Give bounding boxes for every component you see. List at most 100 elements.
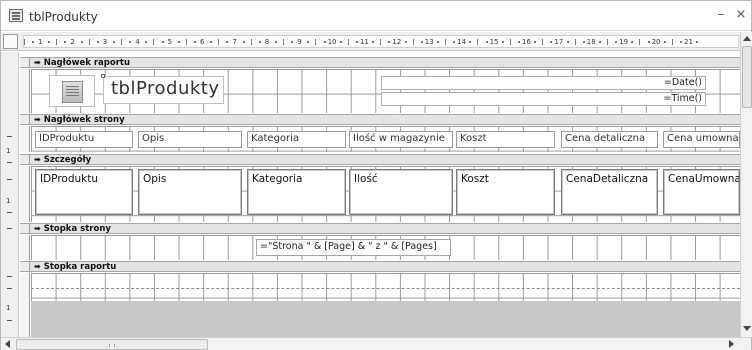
ruler-tick: [250, 39, 252, 45]
logo-icon: [62, 81, 83, 103]
page-header-band[interactable]: IDProduktu Opis Kategoria Ilość w magazy…: [31, 126, 740, 152]
section-selector[interactable]: [20, 115, 30, 124]
horizontal-ruler[interactable]: 1 2 3 4 5 6 7 8 9 10 11 12 13 14 15 16 17 18 19 20 21: [23, 35, 739, 48]
vruler-tick: [7, 276, 12, 277]
ruler-dot: [388, 41, 391, 43]
time-field[interactable]: =Time(): [381, 92, 706, 106]
details-label: Szczegóły: [43, 155, 92, 165]
ruler-dot: [258, 41, 261, 43]
column-label-cena-detaliczna[interactable]: Cena detaliczna: [561, 131, 658, 148]
section-bar-report-header[interactable]: ➡ Nagłówek raportu: [20, 57, 740, 68]
horizontal-scroll-thumb[interactable]: [16, 339, 208, 350]
vruler-tick: [7, 179, 12, 180]
column-label-koszt[interactable]: Koszt: [456, 131, 555, 148]
ruler-dot: [647, 41, 650, 43]
column-label-ilosc[interactable]: Ilość w magazynie: [349, 131, 453, 148]
section-selector[interactable]: [20, 224, 30, 233]
field-opis[interactable]: Opis: [138, 169, 242, 215]
ruler-number: 8: [264, 38, 270, 46]
ruler-number: 20: [651, 38, 661, 46]
section-bar-details[interactable]: ➡ Szczegóły: [20, 154, 740, 165]
ruler-number: 7: [232, 38, 237, 46]
band-selector[interactable]: [20, 69, 30, 113]
page-footer-band[interactable]: ="Strona " & [Page] & " z " & [Pages]: [31, 235, 740, 260]
date-field[interactable]: =Date(): [381, 76, 706, 90]
ruler-dot: [129, 41, 132, 43]
scroll-down-icon[interactable]: [743, 326, 751, 331]
report-footer-label: Stopka raportu: [43, 262, 117, 272]
ruler-dot: [615, 41, 618, 43]
ruler-dot: [631, 41, 634, 43]
band-selector[interactable]: [20, 235, 30, 260]
ruler-dot: [566, 41, 569, 43]
section-selector[interactable]: [20, 262, 30, 271]
vertical-scrollbar[interactable]: [740, 32, 752, 337]
section-bar-page-footer[interactable]: ➡ Stopka strony: [20, 223, 740, 234]
scroll-right-icon[interactable]: [729, 340, 734, 348]
ruler-dot: [64, 41, 67, 43]
section-selector[interactable]: [20, 155, 30, 164]
column-label-kategoria[interactable]: Kategoria: [247, 131, 346, 148]
ruler-dot: [679, 41, 682, 43]
ruler-dot: [453, 41, 456, 43]
column-label-opis[interactable]: Opis: [138, 131, 242, 148]
vertical-ruler[interactable]: 1 1 1: [1, 52, 19, 337]
ruler-dot: [550, 41, 553, 43]
ruler-tick: [671, 39, 673, 45]
report-logo[interactable]: [49, 75, 95, 107]
ruler-dot: [226, 41, 229, 43]
scroll-left-icon[interactable]: [5, 340, 10, 348]
report-design-window: tblProdukty – × 1 2 3 4 5 6 7 8 9 10 11 12 13 14 15 16 1…: [0, 0, 752, 350]
page-number-field[interactable]: ="Strona " & [Page] & " z " & [Pages]: [256, 239, 451, 256]
field-idproduktu[interactable]: IDProduktu: [35, 169, 133, 215]
section-selector[interactable]: [20, 58, 30, 67]
ruler-tick: [509, 39, 511, 45]
field-koszt[interactable]: Koszt: [456, 169, 555, 215]
vruler-number: 1: [6, 197, 11, 205]
ruler-dot: [501, 41, 504, 43]
section-bar-page-header[interactable]: ➡ Nagłówek strony: [20, 114, 740, 125]
band-selector[interactable]: [20, 126, 30, 152]
horizontal-scrollbar[interactable]: [1, 337, 751, 350]
details-band[interactable]: IDProduktu Opis Kategoria Ilość Koszt Ce…: [31, 166, 740, 222]
column-label-cena-umowna[interactable]: Cena umowna: [663, 131, 740, 148]
section-label: ➡ Nagłówek raportu: [34, 57, 130, 69]
ruler-number: 4: [135, 38, 140, 46]
report-header-band[interactable]: tblProdukty =Date() =Time(): [31, 69, 740, 113]
band-selector[interactable]: [20, 273, 30, 337]
selection-handle[interactable]: [101, 74, 105, 78]
ruler-dot: [210, 41, 213, 43]
vruler-tick: [7, 212, 12, 213]
page-footer-label: Stopka strony: [43, 224, 111, 234]
section-label: ➡ Nagłówek strony: [34, 114, 125, 126]
report-icon: [9, 9, 23, 22]
band-selector[interactable]: [20, 166, 30, 222]
report-title-label[interactable]: tblProdukty: [103, 76, 224, 104]
field-cena-umowna[interactable]: CenaUmowna: [663, 169, 740, 215]
ruler-dot: [372, 41, 375, 43]
ruler-tick: [56, 39, 58, 45]
ruler-dot: [582, 41, 585, 43]
ruler-number: 11: [360, 38, 369, 46]
ruler-dot: [420, 41, 423, 43]
ruler-number: 16: [522, 38, 531, 46]
column-label-idproduktu[interactable]: IDProduktu: [35, 131, 133, 148]
minimize-icon[interactable]: –: [713, 7, 729, 23]
vertical-scroll-thumb[interactable]: [742, 46, 752, 108]
ruler-number: 1: [38, 38, 43, 46]
field-kategoria[interactable]: Kategoria: [247, 169, 346, 215]
horizontal-ruler-bar: 1 2 3 4 5 6 7 8 9 10 11 12 13 14 15 16 17 18 19 20 21: [1, 32, 740, 51]
scroll-up-icon[interactable]: [743, 36, 751, 41]
ruler-tick: [315, 39, 317, 45]
report-selector[interactable]: [3, 34, 18, 49]
report-footer-band[interactable]: [31, 273, 740, 301]
field-cena-detaliczna[interactable]: CenaDetaliczna: [561, 169, 658, 215]
close-icon[interactable]: ×: [733, 7, 749, 23]
ruler-number: 6: [200, 38, 205, 46]
ruler-dot: [663, 41, 666, 43]
ruler-tick: [185, 39, 187, 45]
report-header-label: Nagłówek raportu: [43, 58, 131, 68]
ruler-number: 14: [457, 38, 467, 46]
section-bar-report-footer[interactable]: ➡ Stopka raportu: [20, 261, 740, 272]
field-ilosc[interactable]: Ilość: [349, 169, 453, 215]
